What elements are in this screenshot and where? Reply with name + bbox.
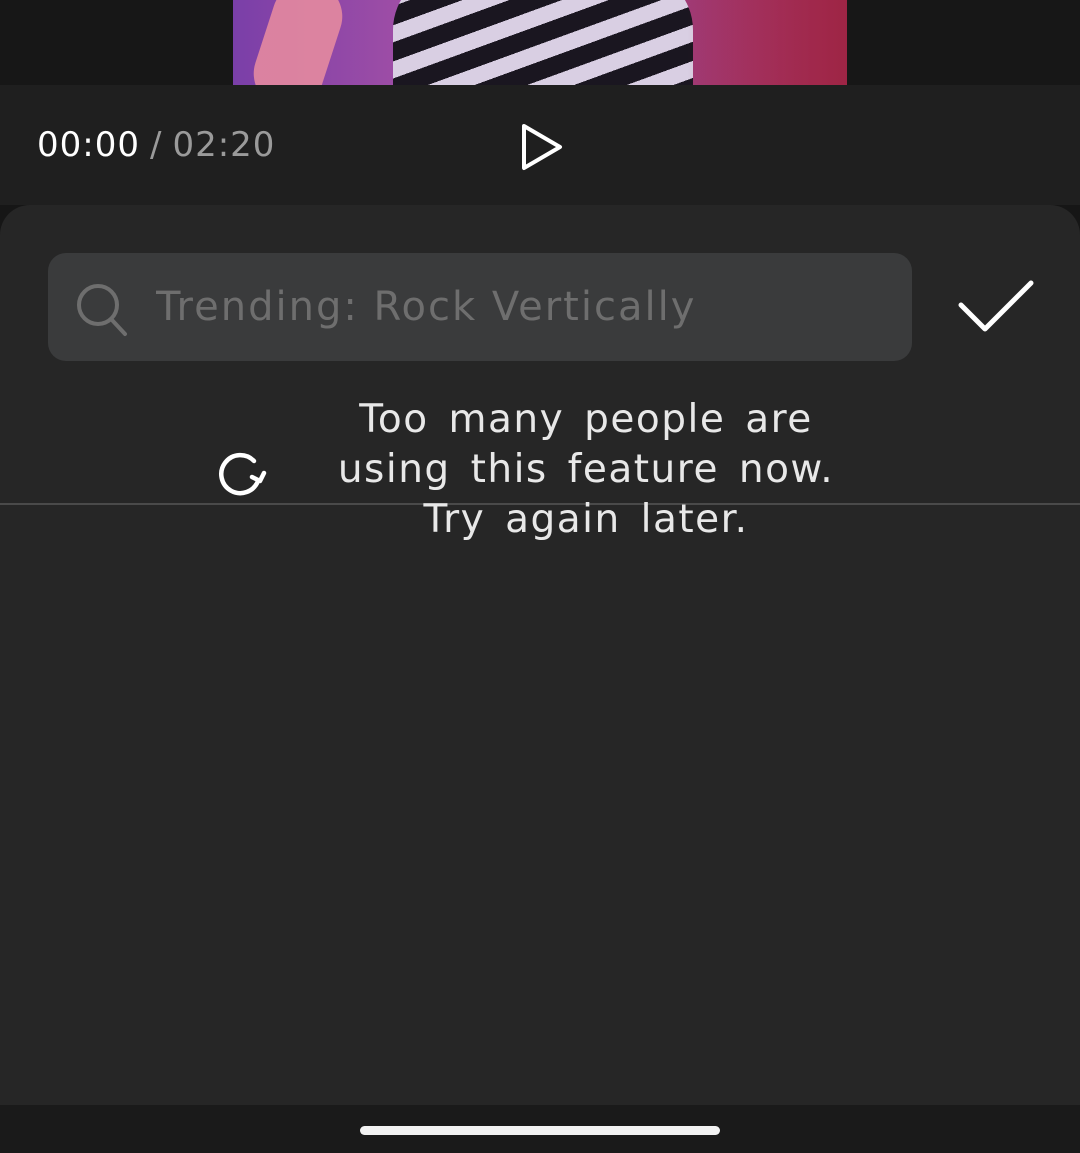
video-preview[interactable]: [0, 0, 1080, 85]
time-separator: /: [149, 125, 163, 165]
current-time: 00:00: [37, 125, 140, 165]
playback-bar: 00:00/02:20: [0, 85, 1080, 205]
play-icon: [522, 124, 562, 170]
retry-button[interactable]: [214, 449, 268, 501]
video-frame-image: [233, 0, 847, 85]
total-duration: 02:20: [172, 125, 276, 165]
search-input[interactable]: [156, 279, 876, 335]
system-nav-bar: [0, 1105, 1080, 1153]
time-display: 00:00/02:20: [37, 125, 275, 165]
app-screen: 00:00/02:20 Too many people are us: [0, 0, 1080, 1153]
refresh-icon: [219, 452, 267, 496]
search-icon: [77, 284, 127, 336]
home-indicator[interactable]: [360, 1126, 720, 1135]
search-sheet: Too many people are using this feature n…: [0, 205, 1080, 1105]
confirm-button[interactable]: [955, 275, 1037, 339]
play-button[interactable]: [516, 123, 566, 171]
checkmark-icon: [958, 280, 1034, 332]
error-message: Too many people are using this feature n…: [337, 397, 835, 542]
